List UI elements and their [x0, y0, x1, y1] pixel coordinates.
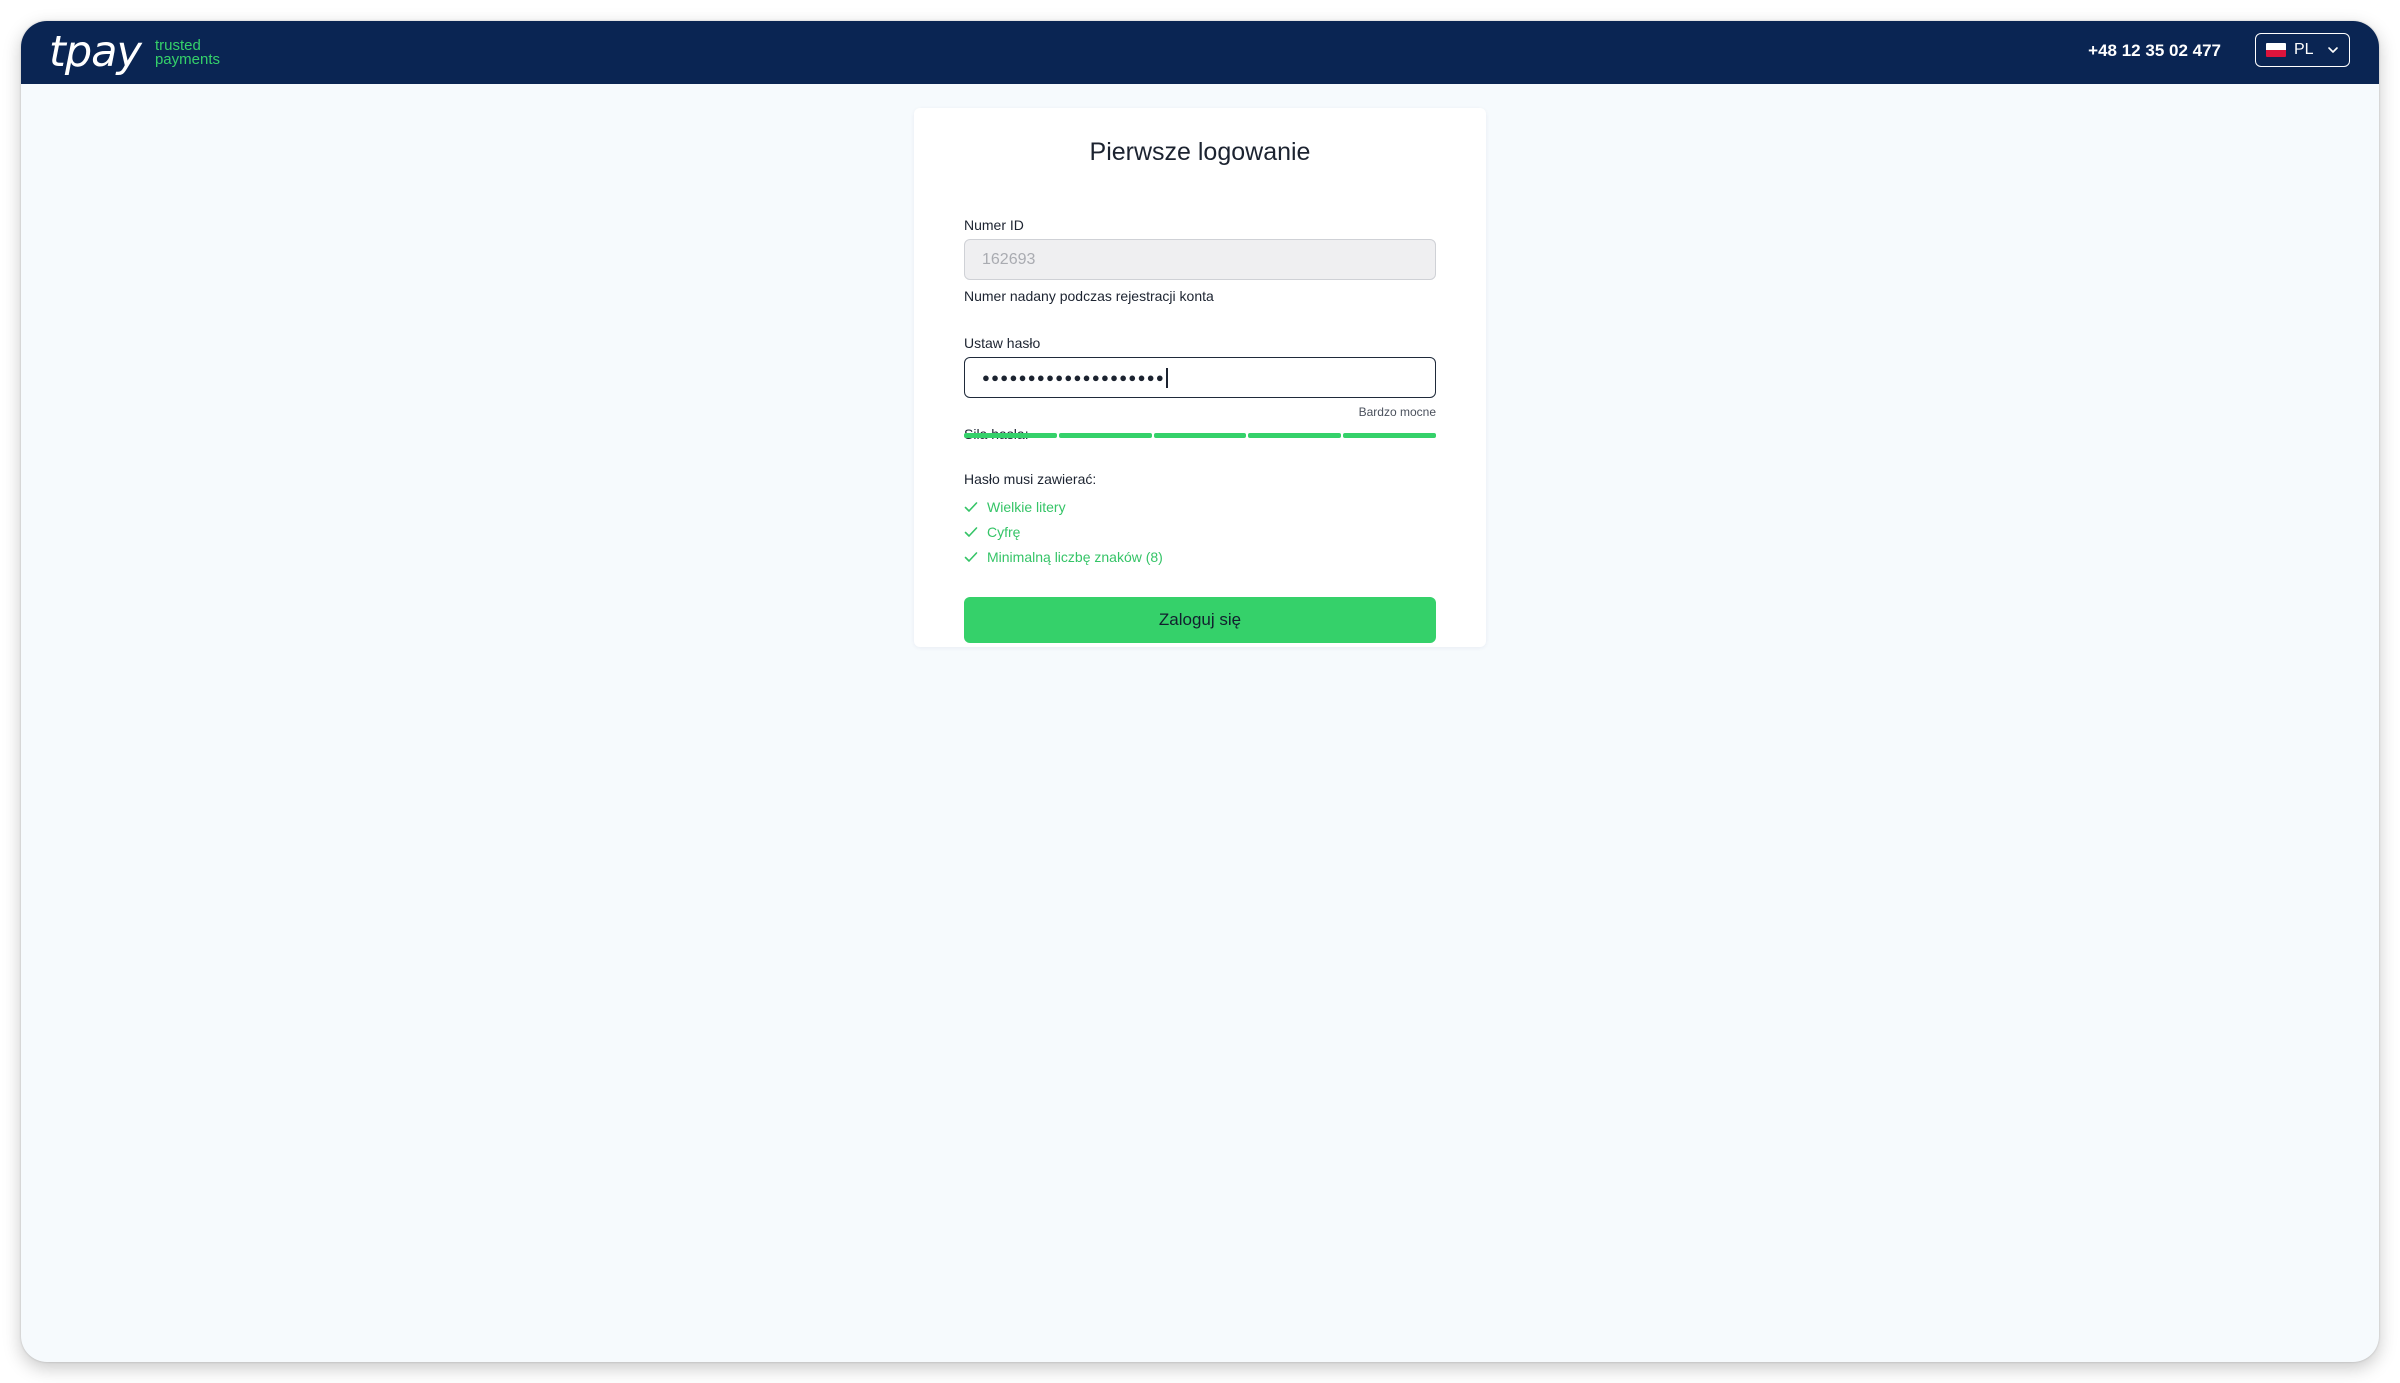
- tagline-line-2: payments: [154, 51, 220, 68]
- id-value: 162693: [982, 250, 1036, 268]
- text-caret: [1166, 367, 1168, 388]
- requirement-text: Minimalną liczbę znaków (8): [987, 549, 1163, 565]
- logo-tagline: trusted payments: [155, 37, 220, 67]
- strength-segment: [964, 433, 1057, 438]
- login-button[interactable]: Zaloguj się: [964, 597, 1436, 643]
- top-navigation-bar: tpay trusted payments +48 12 35 02 477 P…: [21, 21, 2379, 84]
- password-label: Ustaw hasło: [964, 335, 1041, 351]
- password-mask: ●●●●●●●●●●●●●●●●●●●●: [982, 370, 1166, 385]
- requirement-text: Wielkie litery: [987, 499, 1066, 515]
- requirement-uppercase: Wielkie litery: [964, 499, 1066, 515]
- strength-segment: [1248, 433, 1342, 438]
- requirements-title: Hasło musi zawierać:: [964, 471, 1097, 487]
- check-icon: [964, 552, 978, 562]
- language-selector[interactable]: PL: [2255, 33, 2350, 67]
- password-input[interactable]: ●●●●●●●●●●●●●●●●●●●●: [964, 357, 1436, 398]
- support-phone[interactable]: +48 12 35 02 477: [2088, 41, 2221, 61]
- tpay-logo[interactable]: tpay trusted payments: [49, 27, 220, 77]
- login-card: Pierwsze logowanie Numer ID 162693 Numer…: [914, 108, 1486, 647]
- strength-segment: [1153, 433, 1247, 438]
- browser-window: tpay trusted payments +48 12 35 02 477 P…: [21, 21, 2379, 1362]
- chevron-down-icon: [2328, 47, 2338, 53]
- requirement-text: Cyfrę: [987, 524, 1021, 540]
- strength-value: Bardzo mocne: [1358, 405, 1436, 419]
- language-label: PL: [2294, 41, 2314, 58]
- logo-wordmark: tpay: [49, 27, 142, 77]
- strength-segment: [1058, 433, 1152, 438]
- page-title: Pierwsze logowanie: [1089, 138, 1311, 166]
- id-field: 162693: [964, 239, 1436, 280]
- strength-meter: [964, 433, 1436, 438]
- requirement-min-length: Minimalną liczbę znaków (8): [964, 549, 1163, 565]
- poland-flag-icon: [2266, 43, 2286, 57]
- requirement-digit: Cyfrę: [964, 524, 1020, 540]
- check-icon: [964, 502, 978, 512]
- id-label: Numer ID: [964, 217, 1024, 233]
- id-hint: Numer nadany podczas rejestracji konta: [964, 288, 1214, 304]
- check-icon: [964, 527, 978, 537]
- strength-segment: [1343, 433, 1436, 438]
